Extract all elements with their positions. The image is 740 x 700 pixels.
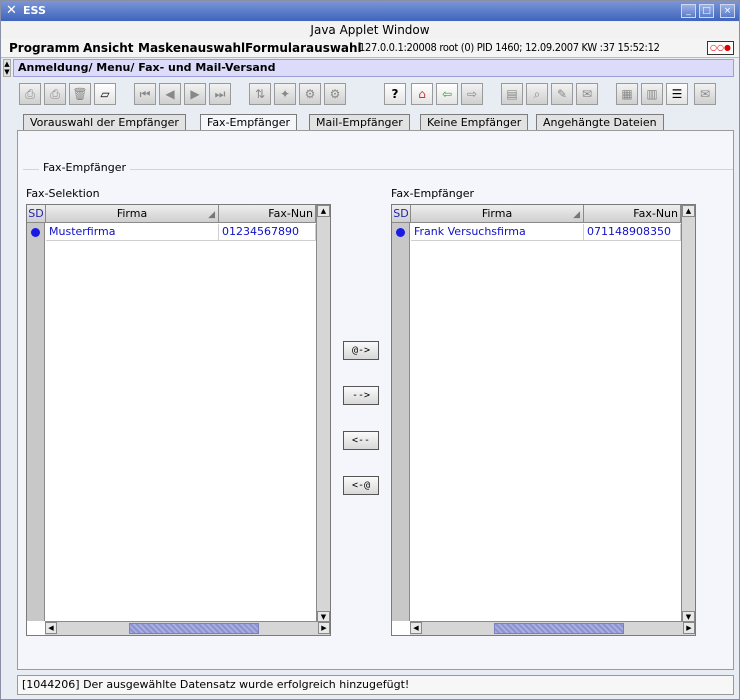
scroll-left-icon[interactable]: ◀ xyxy=(410,622,422,634)
horizontal-scrollbar[interactable]: ◀ ▶ xyxy=(410,621,695,635)
list-icon[interactable]: ☰ xyxy=(666,83,688,105)
sort-asc-icon: ◢ xyxy=(573,210,580,220)
close-button[interactable]: × xyxy=(720,4,735,18)
col-header-sd[interactable]: SD xyxy=(27,205,46,223)
col-header-firma-label: Firma xyxy=(116,207,148,220)
table-icon[interactable]: ▥ xyxy=(641,83,663,105)
cell-firma[interactable]: Frank Versuchsfirma xyxy=(411,224,584,241)
group-title: Fax-Empfänger xyxy=(39,161,131,174)
collapse-handle[interactable]: ▲ ▼ xyxy=(3,59,11,77)
delete-icon[interactable]: 🗑 xyxy=(69,83,91,105)
col-header-firma[interactable]: Firma ◢ xyxy=(411,205,584,223)
status-bar: [1044206] Der ausgewählte Datensatz wurd… xyxy=(17,675,734,695)
fax-selektion-label: Fax-Selektion xyxy=(26,187,100,200)
vertical-scrollbar[interactable]: ▲ ▼ xyxy=(681,205,695,623)
cell-firma[interactable]: Musterfirma xyxy=(46,224,219,241)
export-icon[interactable]: ⇨ xyxy=(461,83,483,105)
col-header-fax[interactable]: Fax-Nun xyxy=(584,205,681,223)
applet-window: ✕ ESS _ □ × Java Applet Window Programm … xyxy=(0,0,740,700)
scroll-thumb[interactable] xyxy=(129,623,259,634)
row-header-column xyxy=(392,223,410,621)
connection-status: 127.0.0.1:20008 root (0) PID 1460; 12.09… xyxy=(359,41,660,54)
app-icon: ✕ xyxy=(6,3,17,18)
col-header-sd[interactable]: SD xyxy=(392,205,411,223)
menu-formularauswahl[interactable]: Formularauswahl xyxy=(245,41,362,55)
col-header-firma[interactable]: Firma ◢ xyxy=(46,205,219,223)
prev-record-icon[interactable]: ◀ xyxy=(159,83,181,105)
star-icon[interactable]: ✦ xyxy=(274,83,296,105)
fax-selektion-table[interactable]: SD Firma ◢ Fax-Nun Musterfirma 0123456789… xyxy=(26,204,331,636)
sort-asc-icon: ◢ xyxy=(208,210,215,220)
last-record-icon[interactable]: ⏭ xyxy=(209,83,231,105)
record-indicator: ○○● xyxy=(707,41,734,55)
tools2-icon[interactable]: ⚙ xyxy=(324,83,346,105)
app-name: ESS xyxy=(23,4,46,17)
document-icon[interactable]: ▤ xyxy=(501,83,523,105)
import-icon[interactable]: ⇦ xyxy=(436,83,458,105)
first-record-icon[interactable]: ⏮ xyxy=(134,83,156,105)
vertical-scrollbar[interactable]: ▲ ▼ xyxy=(316,205,330,623)
breadcrumb: Anmeldung/ Menu/ Fax- und Mail-Versand xyxy=(13,59,734,77)
erase-icon[interactable]: ▱ xyxy=(94,83,116,105)
scroll-up-icon[interactable]: ▲ xyxy=(682,205,695,217)
remove-all-button[interactable]: <-@ xyxy=(343,476,379,495)
col-header-firma-label: Firma xyxy=(481,207,513,220)
scroll-right-icon[interactable]: ▶ xyxy=(683,622,695,634)
print-icon[interactable]: ⎙ xyxy=(44,83,66,105)
sort-icon[interactable]: ⇅ xyxy=(249,83,271,105)
horizontal-scrollbar[interactable]: ◀ ▶ xyxy=(45,621,330,635)
form-icon[interactable]: ▦ xyxy=(616,83,638,105)
selected-row-icon xyxy=(396,228,405,237)
tab-vorauswahl[interactable]: Vorauswahl der Empfänger xyxy=(23,114,186,131)
scroll-thumb[interactable] xyxy=(494,623,624,634)
tab-angehaengte-dateien[interactable]: Angehängte Dateien xyxy=(536,114,664,131)
scroll-right-icon[interactable]: ▶ xyxy=(318,622,330,634)
menu-programm[interactable]: Programm xyxy=(9,41,80,55)
note-icon[interactable]: ✉ xyxy=(576,83,598,105)
remove-button[interactable]: <-- xyxy=(343,431,379,450)
cell-fax[interactable]: 071148908350 xyxy=(584,224,681,241)
home-icon[interactable]: ⌂ xyxy=(411,83,433,105)
tab-keine-empfaenger[interactable]: Keine Empfänger xyxy=(420,114,529,131)
menu-maskenauswahl[interactable]: Maskenauswahl xyxy=(138,41,245,55)
mail-icon[interactable]: ✉ xyxy=(694,83,716,105)
scroll-left-icon[interactable]: ◀ xyxy=(45,622,57,634)
menu-ansicht[interactable]: Ansicht xyxy=(83,41,133,55)
selected-row-icon xyxy=(31,228,40,237)
fax-empfaenger-table[interactable]: SD Firma ◢ Fax-Nun Frank Versuchsfirma 07… xyxy=(391,204,696,636)
col-header-fax[interactable]: Fax-Nun xyxy=(219,205,316,223)
minimize-button[interactable]: _ xyxy=(681,4,696,18)
fax-empfaenger-label: Fax-Empfänger xyxy=(391,187,475,200)
title-bar: ✕ ESS _ □ × xyxy=(1,1,739,21)
search-icon[interactable]: ⌕ xyxy=(526,83,548,105)
row-header-column xyxy=(27,223,45,621)
tools-icon[interactable]: ⚙ xyxy=(299,83,321,105)
tab-mail-empfaenger[interactable]: Mail-Empfänger xyxy=(309,114,410,131)
help-icon[interactable]: ? xyxy=(384,83,406,105)
cell-fax[interactable]: 01234567890 xyxy=(219,224,316,241)
scroll-up-icon[interactable]: ▲ xyxy=(317,205,330,217)
print-all-icon[interactable]: ⎙ xyxy=(19,83,41,105)
maximize-button[interactable]: □ xyxy=(699,4,714,18)
next-record-icon[interactable]: ▶ xyxy=(184,83,206,105)
menu-bar: Programm Ansicht Maskenauswahl Formulara… xyxy=(1,39,739,58)
edit-icon[interactable]: ✎ xyxy=(551,83,573,105)
window-title: Java Applet Window xyxy=(1,22,739,39)
add-button[interactable]: --> xyxy=(343,386,379,405)
add-all-button[interactable]: @-> xyxy=(343,341,379,360)
